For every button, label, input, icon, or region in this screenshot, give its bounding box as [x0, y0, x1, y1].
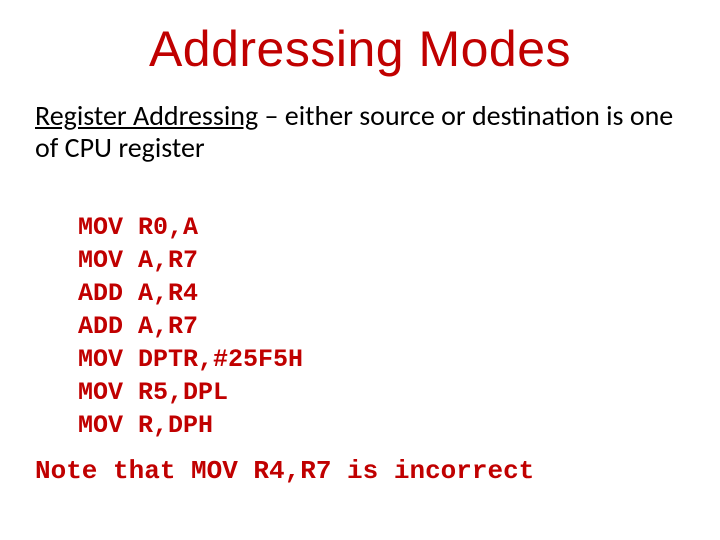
subtitle: Register Addressing – either source or d… [30, 100, 690, 164]
code-line: ADD A,R7 [78, 312, 198, 341]
code-line: MOV R0,A [78, 213, 198, 242]
code-line: MOV R5,DPL [78, 378, 228, 407]
page-title: Addressing Modes [30, 20, 690, 78]
code-line: MOV A,R7 [78, 246, 198, 275]
code-line: ADD A,R4 [78, 279, 198, 308]
code-block: MOV R0,A MOV A,R7 ADD A,R4 ADD A,R7 MOV … [30, 178, 690, 442]
note-text: Note that MOV R4,R7 is incorrect [30, 456, 690, 486]
code-line: MOV R,DPH [78, 411, 213, 440]
mode-name: Register Addressing [35, 98, 258, 133]
code-line: MOV DPTR,#25F5H [78, 345, 303, 374]
